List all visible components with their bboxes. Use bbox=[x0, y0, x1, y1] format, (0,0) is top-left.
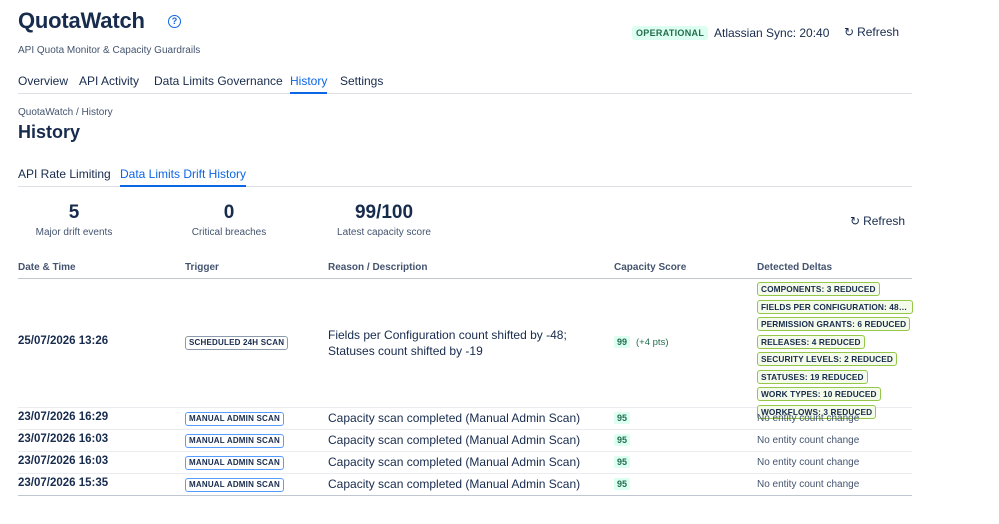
row-datetime: 23/07/2026 15:35 bbox=[18, 477, 109, 489]
page-title: History bbox=[18, 122, 81, 142]
row-datetime: 23/07/2026 16:29 bbox=[18, 411, 109, 423]
row-score: 95 bbox=[614, 478, 631, 490]
trigger-badge: MANUAL ADMIN SCAN bbox=[185, 456, 284, 470]
stat-value: 0 bbox=[223, 202, 235, 223]
row-reason: Capacity scan completed (Manual Admin Sc… bbox=[328, 410, 580, 426]
trigger-badge: MANUAL ADMIN SCAN bbox=[185, 412, 284, 426]
column-header-capacity-score[interactable]: Capacity Score bbox=[614, 262, 686, 273]
refresh-button[interactable]: ↻ Refresh bbox=[850, 214, 905, 228]
reason-line: Capacity scan completed (Manual Admin Sc… bbox=[328, 455, 581, 469]
no-change-text: No entity count change bbox=[757, 457, 860, 468]
score-badge: 95 bbox=[614, 478, 631, 490]
stat-critical-breaches: 0 Critical breaches bbox=[179, 202, 279, 238]
reason-line: Capacity scan completed (Manual Admin Sc… bbox=[328, 411, 581, 425]
tab-data-limits-drift-history[interactable]: Data Limits Drift History bbox=[120, 167, 247, 187]
sub-tabs: API Rate Limiting Data Limits Drift Hist… bbox=[18, 167, 912, 187]
refresh-button-header[interactable]: ↻ Refresh bbox=[844, 25, 899, 39]
table-row[interactable]: 25/07/2026 13:26 SCHEDULED 24H SCAN Fiel… bbox=[18, 279, 913, 419]
no-change-text: No entity count change bbox=[757, 413, 860, 424]
app-title: QuotaWatch bbox=[18, 8, 145, 33]
row-reason: Capacity scan completed (Manual Admin Sc… bbox=[328, 432, 580, 448]
delta-badge: PERMISSION GRANTS: 6 REDUCED bbox=[757, 317, 911, 331]
refresh-icon: ↻ bbox=[850, 214, 861, 228]
refresh-label: Refresh bbox=[863, 214, 906, 228]
stat-label: Critical breaches bbox=[191, 227, 267, 238]
column-header-date-time[interactable]: Date & Time bbox=[18, 262, 76, 273]
row-score: 95 bbox=[614, 456, 631, 468]
status-badge: OPERATIONAL bbox=[632, 26, 709, 40]
main-tabs: Overview API Activity Data Limits Govern… bbox=[18, 74, 912, 94]
trigger-badge: MANUAL ADMIN SCAN bbox=[185, 478, 284, 492]
no-change-text: No entity count change bbox=[757, 479, 860, 490]
sync-status: Atlassian Sync: 20:40 bbox=[714, 26, 830, 40]
table-header: Date & Time Trigger Reason / Description… bbox=[18, 262, 912, 279]
tab-overview[interactable]: Overview bbox=[18, 74, 68, 94]
score-badge: 95 bbox=[614, 434, 631, 446]
reason-line: Capacity scan completed (Manual Admin Sc… bbox=[328, 433, 581, 447]
tab-api-rate-limiting[interactable]: API Rate Limiting bbox=[18, 167, 111, 187]
reason-line: Fields per Configuration count shifted b… bbox=[328, 328, 567, 342]
row-datetime: 23/07/2026 16:03 bbox=[18, 455, 109, 467]
table-row[interactable]: 23/07/2026 16:29 MANUAL ADMIN SCAN Capac… bbox=[18, 408, 912, 430]
stat-value: 99/100 bbox=[354, 202, 414, 223]
trigger-badge: SCHEDULED 24H SCAN bbox=[185, 336, 289, 350]
stat-label: Major drift events bbox=[35, 227, 113, 238]
column-header-reason[interactable]: Reason / Description bbox=[328, 262, 427, 273]
row-datetime: 25/07/2026 13:26 bbox=[18, 335, 109, 347]
table-row[interactable]: 23/07/2026 16:03 MANUAL ADMIN SCAN Capac… bbox=[18, 430, 912, 452]
score-badge: 95 bbox=[614, 412, 631, 424]
score-badge: 95 bbox=[614, 456, 631, 468]
delta-badge: STATUSES: 19 REDUCED bbox=[757, 369, 868, 384]
stat-value: 5 bbox=[68, 202, 80, 223]
stat-latest-capacity-score: 99/100 Latest capacity score bbox=[324, 202, 444, 238]
help-icon[interactable]: ? bbox=[168, 15, 181, 28]
trigger-badge: MANUAL ADMIN SCAN bbox=[185, 434, 284, 448]
column-header-detected-deltas[interactable]: Detected Deltas bbox=[757, 262, 832, 273]
refresh-label: Refresh bbox=[857, 25, 900, 39]
column-header-trigger[interactable]: Trigger bbox=[185, 262, 219, 273]
row-datetime: 23/07/2026 16:03 bbox=[18, 433, 109, 445]
row-reason: Fields per Configuration count shifted b… bbox=[328, 327, 567, 359]
tab-settings[interactable]: Settings bbox=[340, 74, 383, 94]
detected-deltas: COMPONENTS: 3 REDUCED FIELDS PER CONFIGU… bbox=[757, 282, 913, 422]
tab-history[interactable]: History bbox=[290, 74, 328, 94]
refresh-icon: ↻ bbox=[844, 25, 855, 39]
table-row[interactable]: 23/07/2026 15:35 MANUAL ADMIN SCAN Capac… bbox=[18, 474, 912, 496]
delta-badge: WORK TYPES: 10 REDUCED bbox=[757, 387, 881, 401]
tab-data-limits-governance[interactable]: Data Limits Governance bbox=[154, 74, 283, 94]
delta-badge: FIELDS PER CONFIGURATION: 48 REDUCED bbox=[757, 299, 913, 314]
breadcrumb: QuotaWatch / History bbox=[18, 107, 113, 118]
no-change-text: No entity count change bbox=[757, 435, 860, 446]
reason-line: Statuses count shifted by -19 bbox=[328, 344, 483, 358]
delta-badge: RELEASES: 4 REDUCED bbox=[757, 334, 865, 349]
table-row[interactable]: 23/07/2026 16:03 MANUAL ADMIN SCAN Capac… bbox=[18, 452, 912, 474]
delta-badge: SECURITY LEVELS: 2 REDUCED bbox=[757, 352, 897, 366]
app-subtitle: API Quota Monitor & Capacity Guardrails bbox=[18, 45, 201, 56]
stat-major-drift-events: 5 Major drift events bbox=[24, 202, 124, 238]
reason-line: Capacity scan completed (Manual Admin Sc… bbox=[328, 477, 581, 491]
row-score: 95 bbox=[614, 434, 631, 446]
row-score: 99 (+4 pts) bbox=[614, 336, 669, 348]
score-badge: 99 bbox=[614, 336, 631, 348]
score-delta: (+4 pts) bbox=[636, 336, 669, 348]
row-score: 95 bbox=[614, 412, 631, 424]
stat-label: Latest capacity score bbox=[337, 227, 431, 238]
row-reason: Capacity scan completed (Manual Admin Sc… bbox=[328, 454, 580, 470]
drift-history-table: Date & Time Trigger Reason / Description… bbox=[18, 262, 913, 496]
tab-api-activity[interactable]: API Activity bbox=[79, 74, 139, 94]
row-reason: Capacity scan completed (Manual Admin Sc… bbox=[328, 476, 580, 492]
delta-badge: COMPONENTS: 3 REDUCED bbox=[757, 282, 880, 296]
